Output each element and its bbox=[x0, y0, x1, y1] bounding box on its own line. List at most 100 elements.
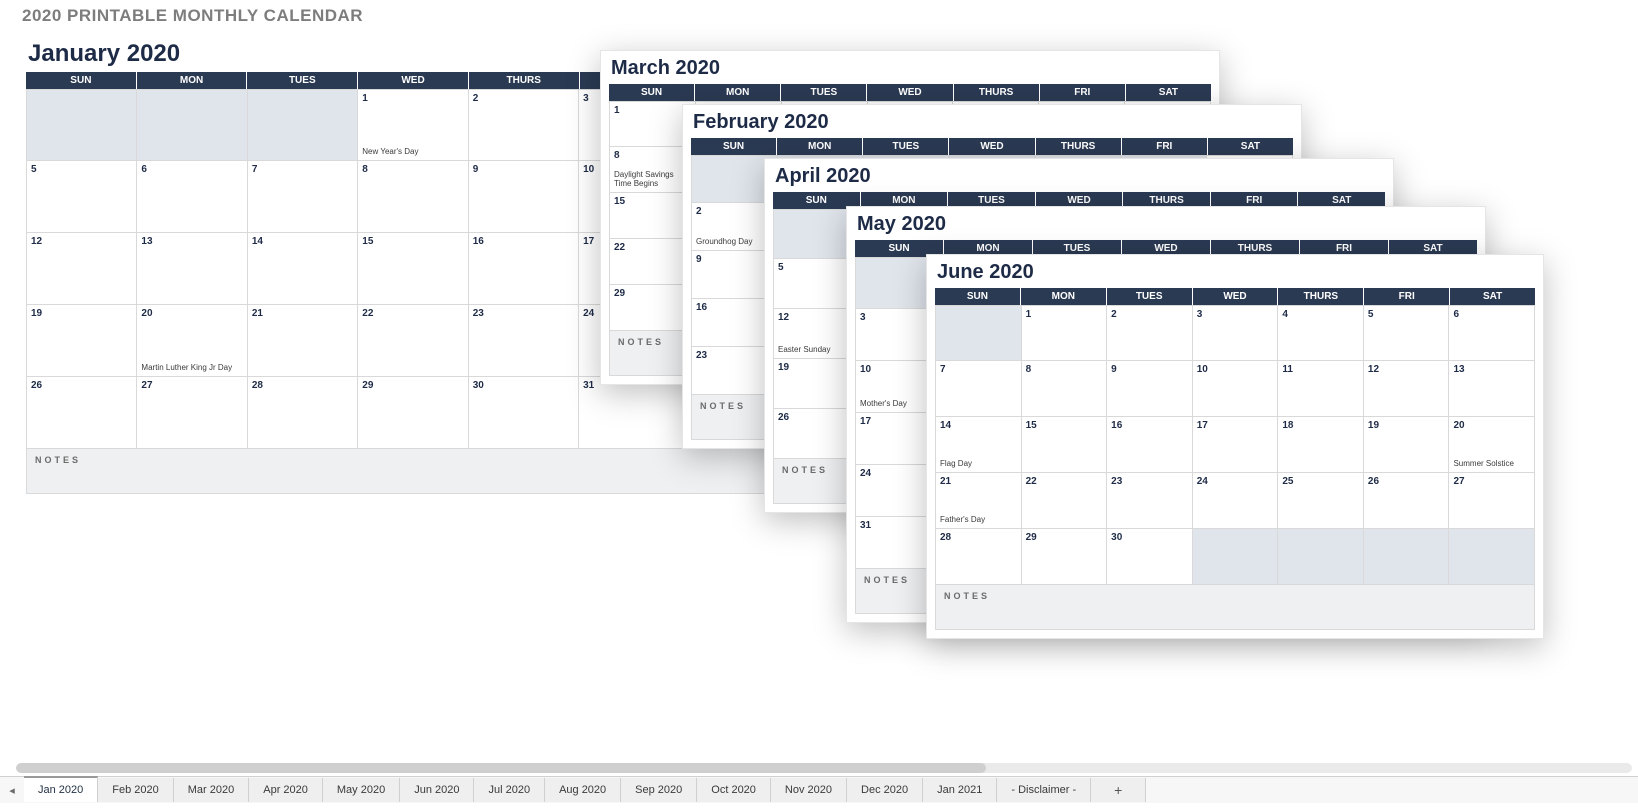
day-number: 24 bbox=[1197, 476, 1208, 487]
day-cell[interactable]: 10 bbox=[1193, 361, 1279, 417]
day-cell[interactable]: 8 bbox=[1022, 361, 1108, 417]
sheet-tab[interactable]: Nov 2020 bbox=[771, 778, 847, 802]
notes-section[interactable]: NOTES bbox=[935, 585, 1535, 630]
weekday-cell: MON bbox=[1021, 288, 1107, 305]
day-number: 29 bbox=[614, 288, 625, 299]
day-cell[interactable]: 12 bbox=[1364, 361, 1450, 417]
calendar-row: 7 8 91011 1213 bbox=[935, 361, 1535, 417]
day-cell[interactable]: 15 bbox=[358, 233, 468, 305]
day-cell[interactable]: 13 bbox=[1449, 361, 1535, 417]
notes-section[interactable]: NOTES bbox=[26, 449, 800, 494]
sheet-tab[interactable]: Sep 2020 bbox=[621, 778, 697, 802]
day-cell[interactable]: 20Summer Solstice bbox=[1449, 417, 1535, 473]
sheet-tab[interactable]: Jun 2020 bbox=[400, 778, 474, 802]
day-cell[interactable]: 30 bbox=[469, 377, 579, 449]
day-cell[interactable]: 18 bbox=[1278, 417, 1364, 473]
day-cell[interactable]: 26 bbox=[26, 377, 137, 449]
day-cell[interactable]: 12 bbox=[26, 233, 137, 305]
sheet-tab[interactable]: May 2020 bbox=[323, 778, 400, 802]
day-number: 11 bbox=[1282, 364, 1293, 375]
day-cell[interactable]: 16 bbox=[1107, 417, 1193, 473]
weekday-header: SUNMONTUESWEDTHURSFRISAT bbox=[691, 138, 1293, 155]
day-cell[interactable]: 24 bbox=[1193, 473, 1279, 529]
day-cell[interactable]: 16 bbox=[469, 233, 579, 305]
day-cell[interactable] bbox=[1193, 529, 1279, 585]
day-cell[interactable]: 8 bbox=[358, 161, 468, 233]
day-number: 20 bbox=[1453, 420, 1464, 431]
day-cell[interactable]: 20Martin Luther King Jr Day bbox=[137, 305, 247, 377]
day-cell[interactable]: 13 bbox=[137, 233, 247, 305]
day-number: 18 bbox=[1282, 420, 1293, 431]
day-number: 3 bbox=[860, 312, 866, 323]
day-cell[interactable]: 3 bbox=[1193, 305, 1279, 361]
day-cell[interactable]: 28 bbox=[935, 529, 1022, 585]
day-cell[interactable] bbox=[248, 89, 358, 161]
sheet-tab[interactable]: Jul 2020 bbox=[474, 778, 545, 802]
weekday-cell: THURS bbox=[1036, 138, 1122, 155]
day-cell[interactable]: 4 bbox=[1278, 305, 1364, 361]
day-cell[interactable]: 19 bbox=[1364, 417, 1450, 473]
day-cell[interactable]: 5 bbox=[1364, 305, 1450, 361]
day-cell[interactable]: 23 bbox=[469, 305, 579, 377]
day-cell[interactable]: 26 bbox=[1364, 473, 1450, 529]
day-number: 3 bbox=[1197, 309, 1203, 320]
sheet-tab[interactable]: Dec 2020 bbox=[847, 778, 923, 802]
day-number: 16 bbox=[696, 302, 707, 313]
day-cell[interactable]: 2 bbox=[469, 89, 579, 161]
day-cell[interactable]: 14Flag Day bbox=[935, 417, 1022, 473]
sheet-tab[interactable]: Mar 2020 bbox=[174, 778, 249, 802]
day-cell[interactable]: 22 bbox=[358, 305, 468, 377]
day-cell[interactable]: 21 bbox=[248, 305, 358, 377]
weekday-cell: WED bbox=[867, 84, 953, 101]
horizontal-scrollbar[interactable] bbox=[16, 763, 1632, 773]
day-cell[interactable] bbox=[935, 305, 1022, 361]
day-number: 6 bbox=[141, 164, 147, 175]
day-cell[interactable]: 30 bbox=[1107, 529, 1193, 585]
day-cell[interactable]: 7 bbox=[935, 361, 1022, 417]
day-cell[interactable]: 27 bbox=[1449, 473, 1535, 529]
day-cell[interactable]: 17 bbox=[1193, 417, 1279, 473]
tab-nav-prev[interactable]: ◂ bbox=[0, 784, 24, 797]
day-cell[interactable]: 19 bbox=[26, 305, 137, 377]
day-cell[interactable]: 14 bbox=[248, 233, 358, 305]
day-cell[interactable]: 29 bbox=[1022, 529, 1108, 585]
day-cell[interactable]: 15 bbox=[1022, 417, 1108, 473]
sheet-tab[interactable]: Aug 2020 bbox=[545, 778, 621, 802]
day-cell[interactable] bbox=[1364, 529, 1450, 585]
day-number: 3 bbox=[583, 93, 589, 104]
add-sheet-button[interactable]: + bbox=[1091, 778, 1146, 802]
day-cell[interactable]: 22 bbox=[1022, 473, 1108, 529]
day-cell[interactable]: 21Father's Day bbox=[935, 473, 1022, 529]
day-number: 16 bbox=[1111, 420, 1122, 431]
day-number: 23 bbox=[473, 308, 484, 319]
day-number: 8 bbox=[1026, 364, 1032, 375]
day-cell[interactable] bbox=[1278, 529, 1364, 585]
day-cell[interactable]: 27 bbox=[137, 377, 247, 449]
sheet-tab[interactable]: Oct 2020 bbox=[697, 778, 771, 802]
day-number: 7 bbox=[940, 364, 946, 375]
day-cell[interactable]: 7 bbox=[248, 161, 358, 233]
day-cell[interactable] bbox=[26, 89, 137, 161]
sheet-tab[interactable]: Jan 2020 bbox=[24, 776, 98, 802]
day-cell[interactable] bbox=[137, 89, 247, 161]
day-cell[interactable]: 2 bbox=[1107, 305, 1193, 361]
day-cell[interactable] bbox=[1449, 529, 1535, 585]
scrollbar-thumb[interactable] bbox=[16, 763, 986, 773]
day-cell[interactable]: 28 bbox=[248, 377, 358, 449]
day-cell[interactable]: 23 bbox=[1107, 473, 1193, 529]
sheet-tab[interactable]: Feb 2020 bbox=[98, 778, 173, 802]
day-cell[interactable]: 9 bbox=[1107, 361, 1193, 417]
day-cell[interactable]: 11 bbox=[1278, 361, 1364, 417]
day-cell[interactable]: 25 bbox=[1278, 473, 1364, 529]
day-cell[interactable]: 29 bbox=[358, 377, 468, 449]
day-cell[interactable]: 6 bbox=[137, 161, 247, 233]
sheet-tab[interactable]: - Disclaimer - bbox=[997, 778, 1091, 802]
day-cell[interactable]: 1New Year's Day bbox=[358, 89, 468, 161]
day-cell[interactable]: 6 bbox=[1449, 305, 1535, 361]
day-cell[interactable]: 31 bbox=[579, 377, 689, 449]
sheet-tab[interactable]: Jan 2021 bbox=[923, 778, 997, 802]
day-cell[interactable]: 5 bbox=[26, 161, 137, 233]
day-cell[interactable]: 1 bbox=[1022, 305, 1108, 361]
sheet-tab[interactable]: Apr 2020 bbox=[249, 778, 323, 802]
day-cell[interactable]: 9 bbox=[469, 161, 579, 233]
